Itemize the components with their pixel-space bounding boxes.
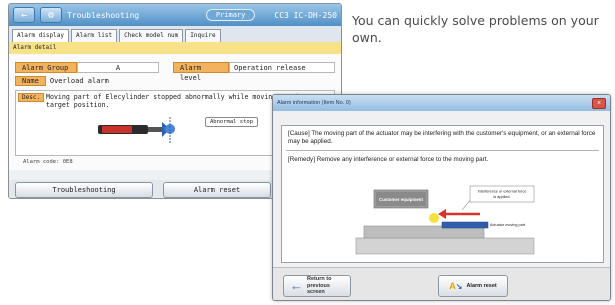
alarm-name-row: Name Overload alarm [15, 76, 335, 86]
alarm-group-value: A [77, 62, 159, 73]
alarm-info-footer: ← Return to previous screen A↘ Alarm res… [273, 267, 610, 300]
cause-text: [Cause] The moving part of the actuator … [288, 130, 596, 145]
interference-label-line1: Interference or external force [478, 190, 527, 194]
alarm-group-row: Alarm Group A Alarm level Operation rele… [15, 62, 335, 82]
troubleshooting-button[interactable]: Troubleshooting [15, 182, 153, 198]
alarm-name-value: Overload alarm [49, 77, 109, 85]
alarm-reset-button-back[interactable]: Alarm reset [163, 182, 271, 198]
return-previous-button[interactable]: ← Return to previous screen [283, 275, 351, 297]
remedy-text: [Remedy] Remove any interference or exte… [288, 156, 489, 163]
alarm-detail-banner: Alarm detail [9, 42, 341, 54]
alarm-info-panel: [Cause] The moving part of the actuator … [281, 125, 604, 263]
mode-pill[interactable]: Primary [205, 9, 256, 21]
title-bar: ← ⚙ Troubleshooting Primary CC3 IC-DH-25… [9, 4, 341, 26]
interference-label-line2: is applied. [493, 195, 510, 199]
device-code: CC3 IC-DH-250 [274, 10, 337, 20]
back-arrow-icon: ← [20, 9, 28, 21]
tab-inquire[interactable]: Inquire [185, 29, 221, 42]
alarm-code: Alarm code: 0E8 [23, 159, 73, 165]
back-button[interactable]: ← [13, 7, 35, 23]
description-label: Desc. [18, 93, 45, 102]
close-icon[interactable]: × [592, 97, 606, 109]
tab-bar: Alarm display Alarm list Check model num… [9, 26, 341, 42]
return-label-line2: previous screen [307, 282, 330, 296]
alarm-level-label: Alarm level [173, 62, 229, 82]
actuator-illustration [98, 117, 175, 143]
alarm-info-title: Alarm information (Item No. 0) [277, 100, 351, 106]
alarm-level-value: Operation release [229, 62, 335, 73]
return-label-line1: Return to [307, 276, 332, 283]
divider [286, 150, 599, 151]
tab-alarm-display[interactable]: Alarm display [12, 29, 69, 42]
return-label: Return to previous screen [307, 276, 344, 296]
settings-button[interactable]: ⚙ [40, 7, 62, 23]
customer-equipment-label: Customer equipment [379, 197, 423, 202]
alarm-group-label: Alarm Group [15, 62, 77, 73]
alarm-reset-label: Alarm reset [466, 283, 497, 289]
alarm-information-window: Alarm information (Item No. 0) × [Cause]… [272, 94, 611, 301]
actuator-moving-part-label: Actuator moving part [490, 223, 526, 227]
window-title: Troubleshooting [67, 10, 140, 20]
tab-check-model[interactable]: Check model num [119, 29, 184, 42]
alarm-reset-button[interactable]: A↘ Alarm reset [438, 275, 508, 297]
abnormal-stop-callout: Abnormal stop [205, 117, 259, 127]
alarm-name-label: Name [15, 76, 46, 86]
reset-icon: A↘ [449, 281, 463, 291]
interference-diagram: Customer equipment Interference or exter… [355, 185, 535, 255]
gear-icon: ⚙ [47, 9, 55, 21]
tab-alarm-list[interactable]: Alarm list [70, 29, 118, 42]
alarm-info-title-bar: Alarm information (Item No. 0) × [273, 95, 610, 111]
tagline: You can quickly solve problems on your o… [352, 13, 599, 45]
return-arrow-icon: ← [290, 278, 303, 293]
